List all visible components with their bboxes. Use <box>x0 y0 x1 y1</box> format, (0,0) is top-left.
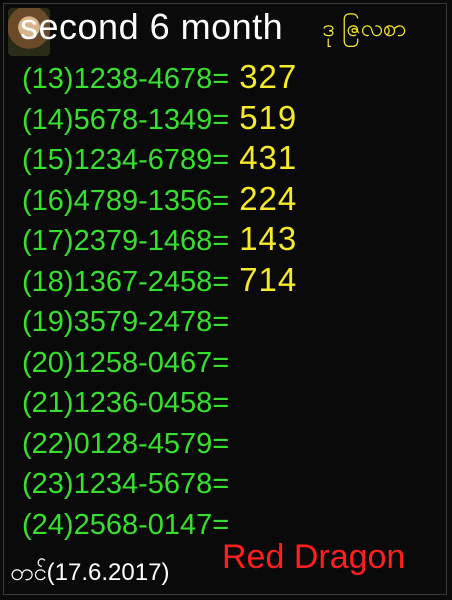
row-id: (15) <box>22 144 74 176</box>
row-code: 2379-1468 <box>73 225 213 257</box>
row-equals: = <box>212 144 230 176</box>
row-id: (13) <box>22 63 74 95</box>
list-item: (24)2568-0147= <box>22 504 239 544</box>
list-item: (14)5678-1349= 519 <box>22 99 297 139</box>
row-id: (19) <box>22 306 74 338</box>
row-result: 143 <box>239 220 298 257</box>
list-item: (13)1238-4678= 327 <box>22 58 297 98</box>
row-code: 0128-4579 <box>73 427 213 460</box>
row-equals: = <box>212 468 230 500</box>
row-id: (20) <box>22 346 74 379</box>
row-equals: = <box>212 346 230 379</box>
row-result: 431 <box>239 139 298 176</box>
list-item: (20)1258-0467= <box>22 342 239 382</box>
row-equals: = <box>212 427 230 460</box>
row-equals: = <box>212 225 230 257</box>
list-item: (17)2379-1468= 143 <box>22 220 297 260</box>
brand-signature: Red Dragon <box>222 538 406 576</box>
row-code: 1236-0458 <box>73 387 213 419</box>
row-id: (23) <box>22 468 74 500</box>
list-item: (16)4789-1356= 224 <box>22 180 297 220</box>
row-equals: = <box>212 63 230 95</box>
row-code: 3579-2478 <box>73 306 213 338</box>
row-id: (22) <box>22 427 74 460</box>
list-item: (18)1367-2458= 714 <box>22 261 297 301</box>
row-equals: = <box>212 508 230 541</box>
row-equals: = <box>212 103 230 136</box>
row-code: 1367-2458 <box>73 265 213 298</box>
row-equals: = <box>212 265 230 298</box>
row-code: 1258-0467 <box>73 346 213 379</box>
row-id: (18) <box>22 265 74 298</box>
date-caption: တင်(17.6.2017) <box>10 559 170 586</box>
row-code: 1238-4678 <box>73 63 213 95</box>
list-item: (19)3579-2478= <box>22 301 239 341</box>
row-equals: = <box>212 387 230 419</box>
row-code: 4789-1356 <box>73 184 213 217</box>
row-code: 2568-0147 <box>73 508 213 541</box>
list-item: (15)1234-6789= 431 <box>22 139 297 179</box>
list-item: (23)1234-5678= <box>22 463 239 503</box>
list-item: (21)1236-0458= <box>22 382 239 422</box>
list-item: (22)0128-4579= <box>22 423 239 463</box>
row-id: (24) <box>22 508 74 541</box>
page-title: second 6 month <box>20 6 284 47</box>
row-code: 1234-5678 <box>73 468 213 500</box>
row-result: 327 <box>239 58 298 95</box>
row-equals: = <box>212 306 230 338</box>
row-result: 224 <box>239 179 298 217</box>
title-suffix: ဒု ဇြလစာ <box>322 14 407 42</box>
row-equals: = <box>212 184 230 217</box>
row-result: 519 <box>239 98 298 136</box>
row-code: 5678-1349 <box>73 103 213 136</box>
row-id: (21) <box>22 387 74 419</box>
row-result: 714 <box>239 260 298 298</box>
row-code: 1234-6789 <box>73 144 213 176</box>
row-id: (14) <box>22 103 74 136</box>
row-id: (16) <box>22 184 74 217</box>
row-id: (17) <box>22 225 74 257</box>
